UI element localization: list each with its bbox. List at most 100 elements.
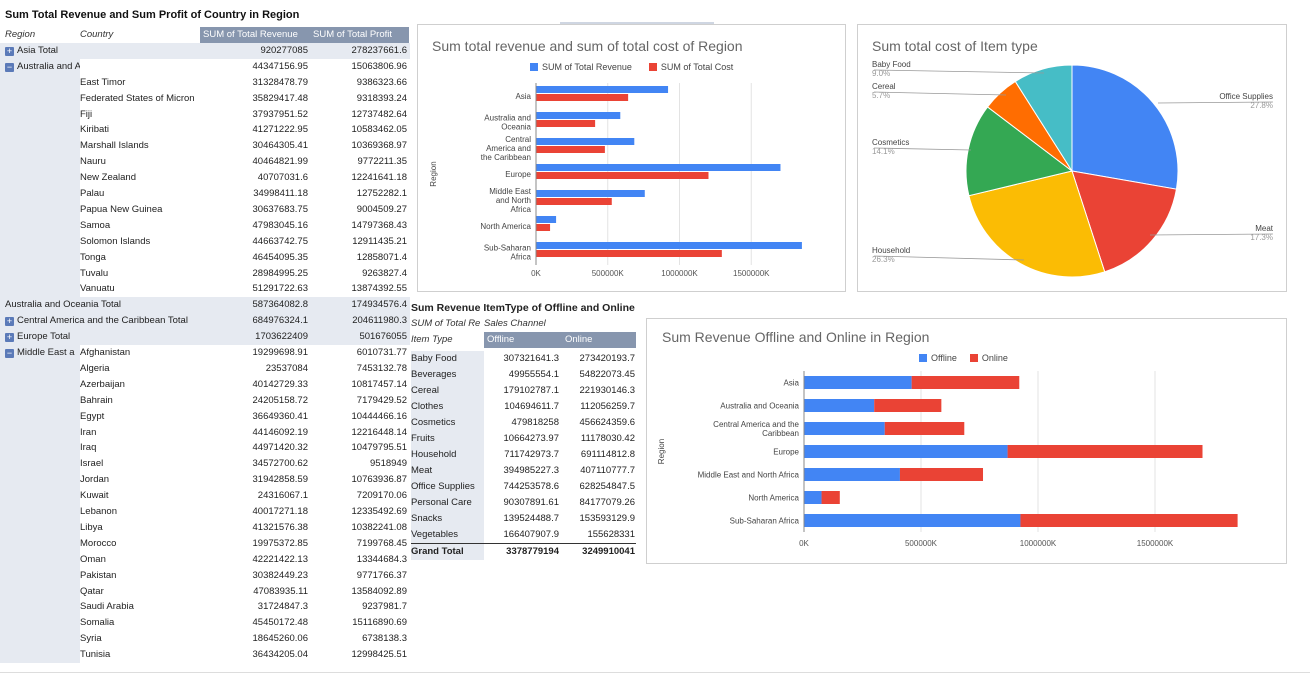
collapse-icon[interactable]: − [5, 349, 14, 358]
row-country: Papua New Guinea [80, 201, 200, 218]
bar-offline [804, 399, 875, 412]
pie-label: Baby Food [872, 60, 911, 69]
row-region [5, 91, 80, 107]
row-profit: 10444466.16 [351, 410, 407, 422]
pivot2-row-item: Clothes [411, 399, 484, 415]
row-profit: 9318393.24 [356, 92, 407, 104]
row-country: Egypt [80, 408, 200, 425]
row-revenue: 44146092.19 [252, 426, 308, 438]
row-profit: 7453132.78 [356, 362, 407, 374]
row-profit: 9771766.37 [356, 569, 407, 581]
row-revenue: 46454095.35 [252, 251, 308, 263]
row-region [5, 250, 80, 266]
bar-cost [536, 250, 722, 257]
bar-revenue [536, 138, 635, 145]
row-region[interactable]: − Middle East a [5, 345, 80, 361]
bar-offline [804, 491, 822, 504]
row-region [5, 631, 80, 647]
row-region[interactable]: + Asia Total [5, 43, 200, 59]
bar-online [821, 491, 840, 504]
expand-icon[interactable]: + [5, 333, 14, 343]
pie-leader-line [873, 91, 1007, 96]
collapse-icon[interactable]: − [5, 62, 14, 72]
row-region[interactable]: + Central America and the Caribbean Total [5, 313, 200, 329]
row-region [5, 266, 80, 282]
row-profit: 10369368.97 [351, 140, 407, 152]
row-region[interactable]: + Europe Total [5, 329, 200, 345]
row-revenue: 40707031.6 [257, 172, 308, 184]
pivot2-row-offline: 179102787.1 [503, 385, 559, 396]
row-country: Pakistan [80, 567, 200, 584]
pivot2-row-offline: 139524488.7 [503, 513, 559, 524]
header-country: Country [80, 29, 114, 40]
pie-percent: 5.7% [872, 91, 890, 100]
pie-percent: 9.0% [872, 69, 890, 78]
bar-offline [804, 468, 900, 481]
bar-cost [536, 224, 551, 231]
row-region [5, 488, 80, 504]
row-revenue: 18645260.06 [252, 633, 308, 645]
row-region [5, 107, 80, 123]
pivot2-row-online: 54822073.45 [579, 369, 635, 380]
row-region [5, 647, 80, 663]
category-label: North America [748, 494, 799, 503]
row-region[interactable]: −Australia and Australia [5, 59, 80, 75]
x-tick-label: 1500000K [1137, 539, 1174, 548]
row-revenue: 36434205.04 [252, 649, 308, 661]
expand-icon[interactable]: + [5, 46, 14, 56]
row-region [5, 472, 80, 488]
x-tick-label: 500000K [905, 539, 938, 548]
chart-revenue-offline-online[interactable]: Sum Revenue Offline and Online in Region… [646, 318, 1287, 564]
row-region [5, 154, 80, 170]
pivot2-row-item: Personal Care [411, 495, 484, 511]
row-country: Iran [80, 424, 200, 441]
category-label: Sub-Saharan Africa [730, 517, 800, 526]
pie-percent: 17.3% [1250, 233, 1273, 242]
row-profit: 7179429.52 [356, 394, 407, 406]
bar-revenue [536, 112, 621, 119]
bar-offline [804, 445, 1008, 458]
row-country: Israel [80, 456, 200, 473]
row-region [5, 361, 80, 377]
category-label: the Caribbean [481, 153, 531, 162]
row-profit: 7199768.45 [356, 537, 407, 549]
pie-label: Meat [1255, 224, 1274, 233]
row-region [5, 440, 80, 456]
row-revenue: 587364082.8 [252, 299, 308, 311]
row-profit: 278237661.6 [351, 44, 407, 56]
pivot2-row-offline: 307321641.3 [503, 353, 559, 364]
category-label: Middle East [489, 187, 532, 196]
pivot2-row-online: 407110777.7 [580, 465, 635, 476]
pivot2-row-online: 112056259.7 [580, 401, 635, 412]
pivot2-grand-offline: 3378779194 [506, 546, 559, 557]
row-profit: 9004509.27 [356, 203, 407, 215]
header-profit: SUM of Total Profit [310, 27, 409, 43]
row-profit: 13344684.3 [356, 553, 407, 565]
row-profit: 6738138.3 [362, 633, 407, 645]
row-profit: 15116890.69 [352, 617, 407, 629]
row-country: Oman [80, 551, 200, 568]
row-profit: 12335492.69 [351, 506, 407, 517]
row-revenue: 44347156.95 [252, 60, 308, 72]
category-label: Africa [511, 253, 532, 262]
pivot2-row-offline: 10664273.97 [503, 433, 559, 444]
category-label: Australia and Oceania [720, 402, 799, 411]
row-profit: 13874392.55 [351, 283, 407, 295]
chart-3-plot: 0K 500000K 1000000K 1500000K Asia Australia a… [657, 371, 1238, 548]
chart-cost-item-type[interactable]: Sum total cost of Item type Office Suppl… [857, 24, 1287, 292]
bar-revenue [536, 216, 557, 223]
row-country: Azerbaijan [80, 376, 200, 393]
row-profit: 501676055 [359, 331, 407, 343]
row-region-text: Australia and Australia [17, 60, 80, 72]
row-profit: 12858071.4 [356, 251, 407, 263]
pivot2-header-online: Online [562, 332, 636, 348]
row-country: Fiji [80, 106, 200, 123]
bar-online [874, 399, 942, 412]
pie-label: Household [872, 246, 910, 255]
pivot2-grand-online: 3249910041 [582, 546, 635, 557]
row-revenue: 31942858.59 [252, 474, 308, 486]
expand-icon[interactable]: + [5, 317, 14, 327]
bar-cost [536, 120, 596, 127]
chart-revenue-cost-region[interactable]: Sum total revenue and sum of total cost … [417, 24, 846, 292]
category-label: Asia [783, 379, 799, 388]
